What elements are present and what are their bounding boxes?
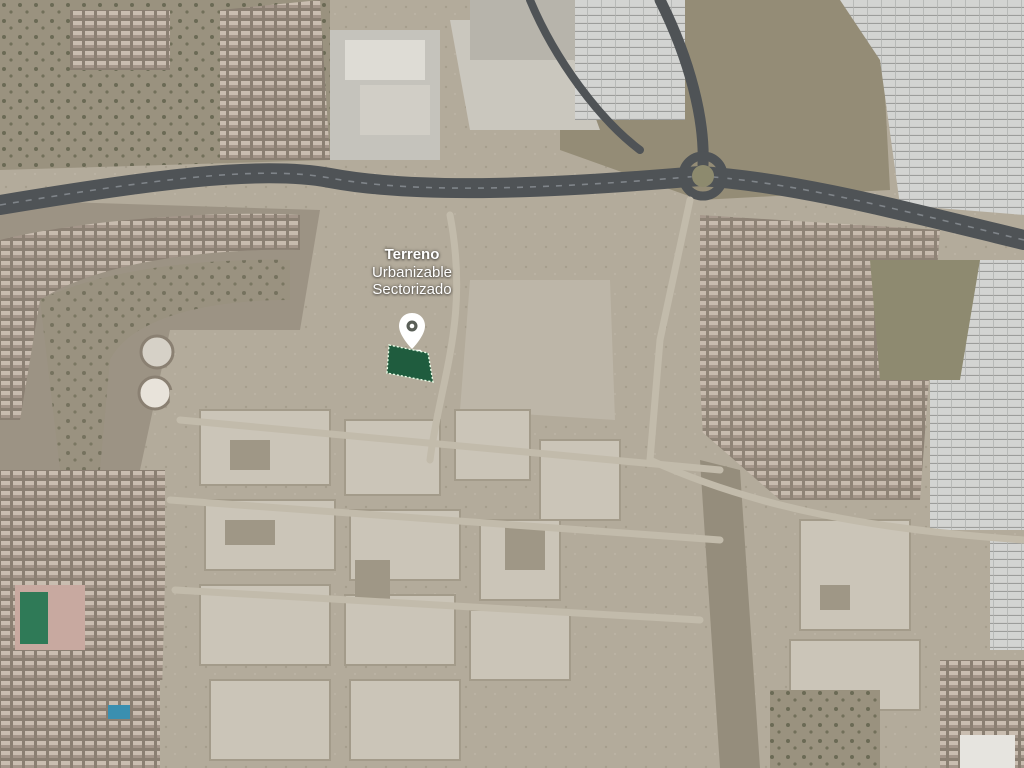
map-imagery xyxy=(0,0,1024,768)
plot-label: Terreno Urbanizable Sectorizado xyxy=(342,246,482,298)
plot-label-line-1: Urbanizable xyxy=(371,264,453,281)
plot-label-title: Terreno xyxy=(384,246,440,263)
satellite-map[interactable]: Terreno Urbanizable Sectorizado xyxy=(0,0,1024,768)
plot-label-line-2: Sectorizado xyxy=(372,281,452,298)
